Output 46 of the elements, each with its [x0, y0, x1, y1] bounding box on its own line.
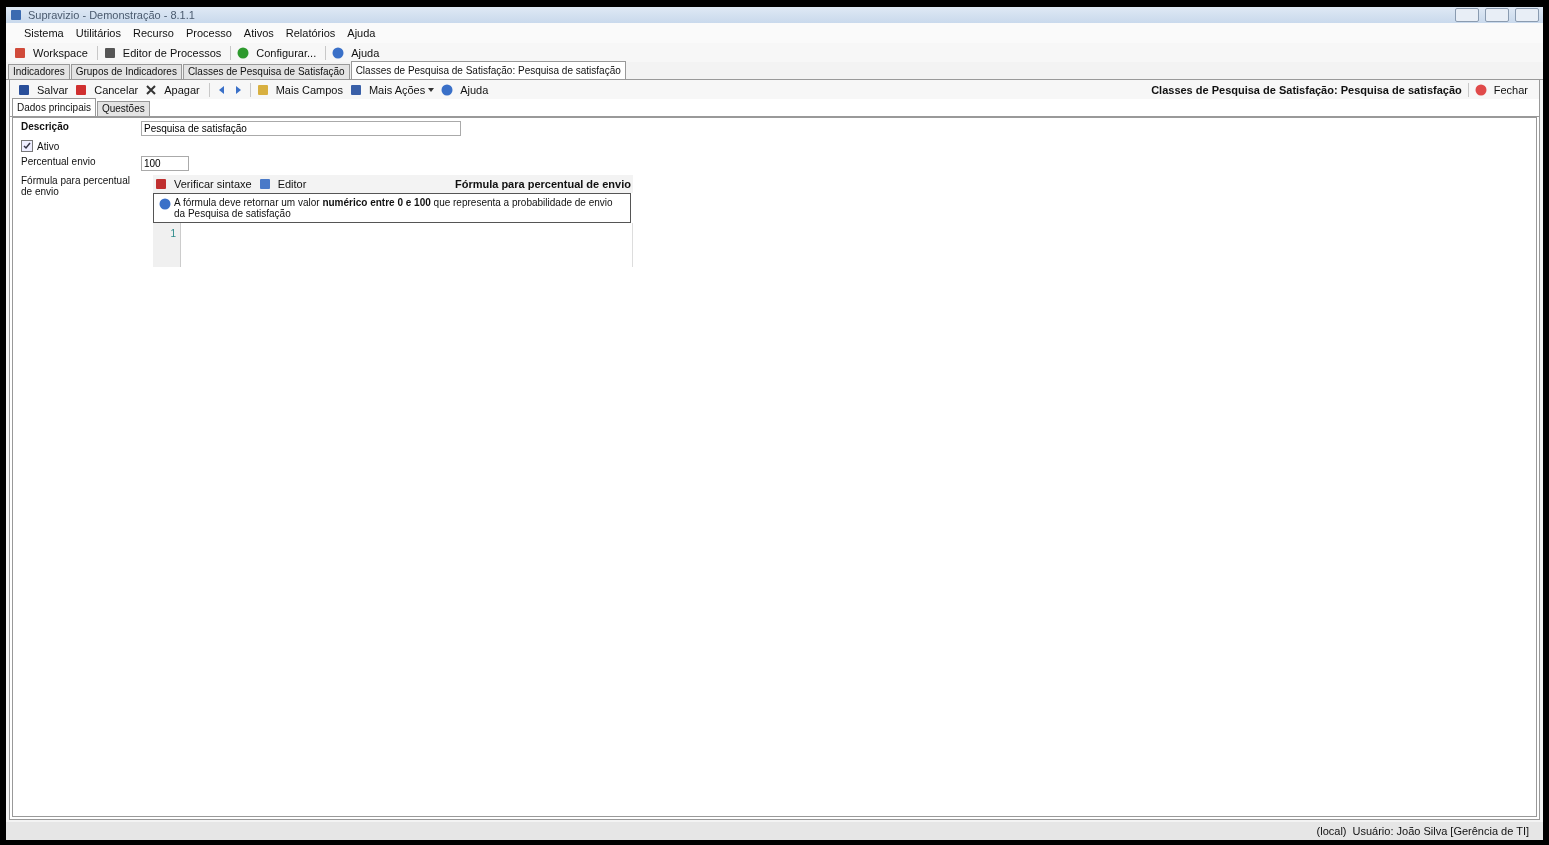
close-tab-button[interactable]: Fechar [1490, 83, 1531, 96]
formula-title: Fórmula para percentual de envio [454, 178, 631, 190]
status-text: (local) [1316, 825, 1347, 837]
minimize-button[interactable] [1455, 8, 1479, 22]
toolbar-button[interactable]: Salvar [34, 83, 72, 96]
caret-icon [428, 87, 435, 92]
field-label: Percentual envio [21, 156, 97, 169]
toolbar-button[interactable]: Ajuda [457, 83, 492, 96]
formula-tool-button[interactable]: Editor [274, 178, 310, 190]
document-tab[interactable]: Grupos de Indicadores [70, 64, 182, 79]
restore-button[interactable] [1485, 8, 1509, 22]
section-tab[interactable]: Questões [96, 101, 150, 116]
status-text: Usuário: João Silva [Gerência de TI] [1352, 825, 1529, 837]
document-tab[interactable]: Classes de Pesquisa de Satisfação: Pesquisa de satisfação [350, 61, 626, 79]
percent-field[interactable]: 100 [141, 156, 189, 171]
delete-icon [145, 83, 158, 96]
window-title: Supravizio - Demonstração - 8.1.1 [28, 9, 196, 21]
checkbox-label: Ativo [37, 140, 61, 152]
document-tab[interactable]: Classes de Pesquisa de Satisfação [182, 64, 350, 79]
toolbar-button[interactable]: Mais Campos [272, 83, 346, 96]
code-editor[interactable]: 1 [153, 223, 633, 267]
field-label: Descrição [21, 121, 70, 134]
toolbar-button[interactable]: Configurar... [253, 46, 320, 59]
record-heading: Classes de Pesquisa de Satisfação: Pesquisa de satisfação [1151, 83, 1462, 96]
menu-item[interactable]: Utilitários [69, 27, 127, 39]
toolbar-button[interactable]: Apagar [161, 83, 203, 96]
field-label: Fórmula para percentual de envio [21, 175, 131, 199]
formula-tool-button[interactable]: Verificar sintaxe [171, 178, 255, 190]
toolbar-button[interactable]: Editor de Processos [119, 46, 225, 59]
section-tab[interactable]: Dados principais [12, 98, 96, 116]
toolbar-button[interactable]: Mais Ações [365, 83, 438, 96]
description-field[interactable]: Pesquisa de satisfação [141, 121, 461, 136]
menu-item[interactable]: Processo [179, 27, 238, 39]
hint-text: A fórmula deve retornar um valor numérico entre 0 e 100 que representa a probabilidade de envio da Pesquisa de satisfação [174, 197, 613, 219]
document-tab[interactable]: Indicadores [8, 64, 70, 79]
toolbar-button[interactable]: Ajuda [348, 46, 383, 59]
toolbar-button[interactable]: Cancelar [91, 83, 142, 96]
toolbar-button[interactable]: Workspace [30, 46, 91, 59]
menu-item[interactable]: Sistema [18, 27, 70, 39]
active-checkbox[interactable] [21, 140, 33, 152]
menu-item[interactable]: Ativos [237, 27, 280, 39]
menu-item[interactable]: Ajuda [341, 27, 382, 39]
close-button[interactable] [1515, 8, 1539, 22]
menu-item[interactable]: Recurso [127, 27, 180, 39]
line-number: 1 [170, 228, 176, 239]
menu-item[interactable]: Relatórios [279, 27, 342, 39]
